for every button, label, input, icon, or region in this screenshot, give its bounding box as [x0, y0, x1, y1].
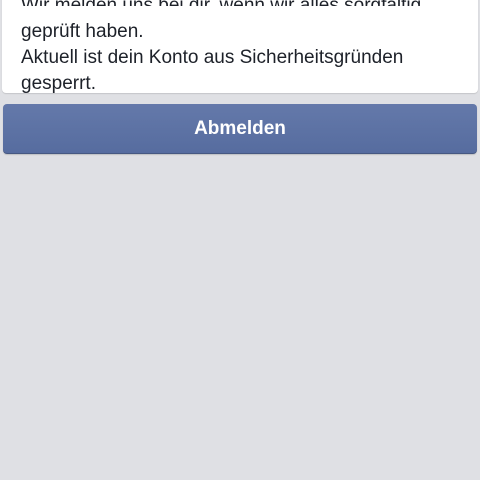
logout-button[interactable]: Abmelden	[3, 104, 477, 154]
checkpoint-screen: Wir melden uns bei dir, wenn wir alles s…	[0, 0, 480, 480]
security-message: Wir melden uns bei dir, wenn wir alles s…	[21, 0, 473, 97]
message-line-clipped: Wir melden uns bei dir, wenn wir alles s…	[21, 0, 427, 16]
message-line-1: geprüft haben.	[21, 21, 144, 42]
message-line-2: Aktuell ist dein Konto aus Sicherheitsgr…	[21, 47, 404, 68]
message-line-3: gesperrt.	[21, 73, 96, 94]
security-message-card: Wir melden uns bei dir, wenn wir alles s…	[2, 0, 478, 94]
logout-button-label: Abmelden	[194, 118, 286, 139]
